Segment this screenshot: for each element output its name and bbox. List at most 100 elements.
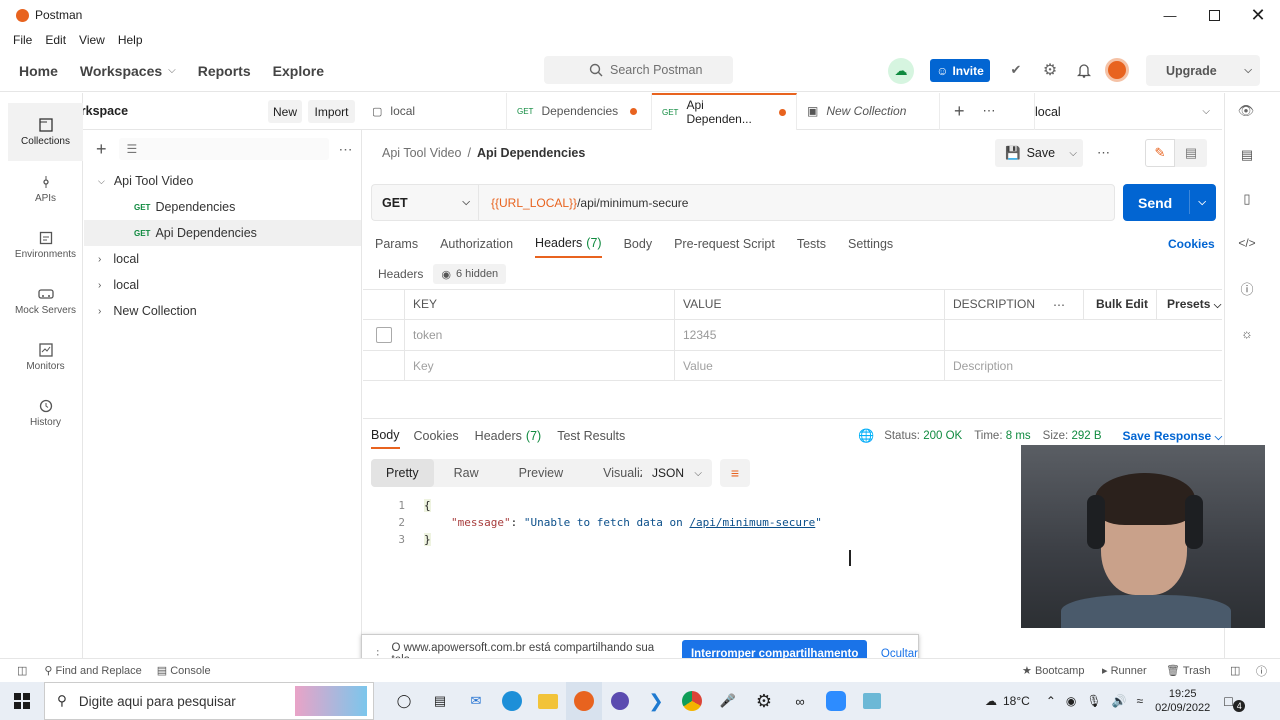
wrap-lines-icon[interactable]: ≡ (720, 459, 750, 487)
chevron-up-icon[interactable]: ⌃ (1046, 694, 1056, 708)
trash-button[interactable]: 🗑 Trash (1166, 664, 1211, 677)
more-columns-icon[interactable]: ⋯ (1053, 298, 1065, 312)
resp-tab-body[interactable]: Body (371, 423, 400, 449)
maximize-button[interactable] (1192, 0, 1236, 30)
satellite-icon[interactable]: ✔ (1005, 59, 1027, 81)
status-code[interactable]: 200 OK (923, 430, 962, 442)
tab-local[interactable]: ▢ local (362, 92, 507, 130)
rail-environments[interactable]: Environments (8, 217, 83, 273)
find-replace-button[interactable]: ⚲ Find and Replace (44, 664, 141, 677)
hidden-headers-toggle[interactable]: ◉ 6 hidden (433, 264, 507, 284)
menu-edit[interactable]: Edit (45, 33, 66, 47)
tab-tests[interactable]: Tests (797, 231, 826, 257)
app-link-icon[interactable]: ∞ (782, 682, 818, 720)
lightbulb-icon[interactable]: ☼ (1237, 323, 1257, 343)
more-tabs-icon[interactable]: ⋯ (983, 103, 996, 119)
rail-mock-servers[interactable]: Mock Servers (8, 273, 83, 329)
menu-view[interactable]: View (79, 33, 105, 47)
tab-pre-request-script[interactable]: Pre-request Script (674, 231, 775, 257)
mode-raw[interactable]: Raw (434, 466, 499, 480)
widgets-icon[interactable]: ▤ (422, 682, 458, 720)
import-button[interactable]: Import (308, 100, 355, 123)
url-input[interactable]: {{URL_LOCAL}}/api/minimum-secure (478, 184, 1115, 221)
filter-input[interactable]: ☰ (118, 138, 329, 160)
nav-explore[interactable]: Explore (273, 63, 324, 79)
weather-icon[interactable]: ☁ (985, 694, 997, 708)
collection-new-collection[interactable]: › New Collection (84, 298, 361, 324)
resp-tab-cookies[interactable]: Cookies (414, 429, 459, 443)
documentation-icon[interactable]: ▤ (1237, 145, 1257, 165)
upgrade-button[interactable]: Upgrade ⌵ (1146, 55, 1260, 86)
new-value-input[interactable]: Value (675, 350, 945, 381)
header-key-cell[interactable]: token (405, 319, 675, 351)
clock[interactable]: 19:25 02/09/2022 (1155, 687, 1210, 715)
method-select[interactable]: GET ⌵ (371, 184, 478, 221)
bootcamp-button[interactable]: ★ Bootcamp (1022, 664, 1084, 677)
avatar[interactable] (1105, 58, 1129, 82)
console-button[interactable]: ▤ Console (157, 664, 211, 677)
sync-status-icon[interactable]: ☁ (888, 58, 914, 84)
collection-local-2[interactable]: › local (84, 272, 361, 298)
code-icon[interactable]: </> (1237, 233, 1257, 253)
microphone-icon[interactable]: 🎙 (1086, 694, 1101, 708)
speaker-icon[interactable]: 🔊 (1112, 694, 1127, 708)
response-size[interactable]: 292 B (1071, 430, 1101, 442)
collection-local-1[interactable]: › local (84, 246, 361, 272)
file-explorer-icon[interactable] (530, 682, 566, 720)
more-actions-icon[interactable]: ⋯ (1097, 145, 1110, 161)
tab-new-collection[interactable]: ▣ New Collection (797, 92, 940, 130)
nav-workspaces[interactable]: Workspaces (80, 63, 162, 79)
nav-home[interactable]: Home (19, 63, 58, 79)
nav-reports[interactable]: Reports (198, 63, 251, 79)
tab-authorization[interactable]: Authorization (440, 231, 513, 257)
menu-help[interactable]: Help (118, 33, 143, 47)
close-button[interactable]: ✕ (1236, 0, 1280, 30)
rail-monitors[interactable]: Monitors (8, 329, 83, 385)
format-select[interactable]: JSON ⌵ (642, 459, 712, 487)
taskbar-search-input[interactable]: ⚲ Digite aqui para pesquisar (44, 682, 374, 720)
camera-icon[interactable]: ◉ (1066, 694, 1076, 708)
chrome-icon[interactable] (674, 682, 710, 720)
presets-dropdown[interactable]: Presets ⌵ (1156, 289, 1221, 320)
request-dependencies[interactable]: GET Dependencies (84, 194, 361, 220)
tab-headers[interactable]: Headers (7) (535, 230, 602, 258)
resp-tab-headers[interactable]: Headers (7) (475, 429, 542, 443)
mode-pretty[interactable]: Pretty (371, 459, 434, 487)
header-description-cell[interactable] (945, 320, 1215, 351)
cookies-link[interactable]: Cookies (1168, 237, 1215, 251)
breadcrumb-parent[interactable]: Api Tool Video (382, 146, 461, 160)
comment-view-icon[interactable]: ▤ (1175, 139, 1207, 167)
layout-icon[interactable]: ◫ (1230, 664, 1240, 677)
tab-dependencies[interactable]: GET Dependencies (507, 92, 652, 130)
response-body-editor[interactable]: 1 { 2 "message": "Unable to fetch data o… (371, 497, 1071, 557)
url-link[interactable]: /api/minimum-secure (689, 516, 815, 529)
tab-api-dependencies[interactable]: GET Api Dependen... (652, 92, 797, 130)
comments-icon[interactable]: ▯ (1237, 189, 1257, 209)
info-icon[interactable]: ⓘ (1237, 278, 1257, 298)
runner-button[interactable]: ▸ Runner (1102, 664, 1147, 677)
windows-start-icon[interactable] (0, 682, 44, 720)
wifi-icon[interactable]: ≈ (1137, 694, 1144, 708)
edge-icon[interactable] (494, 682, 530, 720)
new-button[interactable]: New (268, 100, 302, 123)
notifications-icon[interactable]: □ 4 (1224, 693, 1246, 712)
new-tab-button[interactable]: + (954, 101, 965, 122)
bulk-edit-button[interactable]: Bulk Edit (1083, 289, 1148, 320)
rail-history[interactable]: History (8, 385, 83, 441)
environment-selector[interactable]: local ⌵ (1034, 93, 1222, 130)
send-button[interactable]: Send ⌵ (1123, 184, 1216, 221)
task-view-icon[interactable]: ◯ (386, 682, 422, 720)
rail-collections[interactable]: Collections (8, 103, 83, 161)
request-api-dependencies[interactable]: GET Api Dependencies (84, 220, 361, 246)
tab-params[interactable]: Params (375, 231, 418, 257)
new-description-input[interactable]: Description (945, 351, 1215, 381)
more-options-icon[interactable]: ⋯ (339, 141, 353, 158)
settings-gear-icon[interactable]: ⚙ (1039, 59, 1061, 81)
minimize-button[interactable]: — (1148, 0, 1192, 30)
tab-settings[interactable]: Settings (848, 231, 893, 257)
zoom-icon[interactable] (818, 682, 854, 720)
vscode-icon[interactable]: ❯ (638, 682, 674, 720)
help-icon[interactable]: ⓘ (1256, 663, 1267, 679)
new-key-input[interactable]: Key (405, 350, 675, 381)
microphone-icon[interactable]: 🎤 (710, 682, 746, 720)
